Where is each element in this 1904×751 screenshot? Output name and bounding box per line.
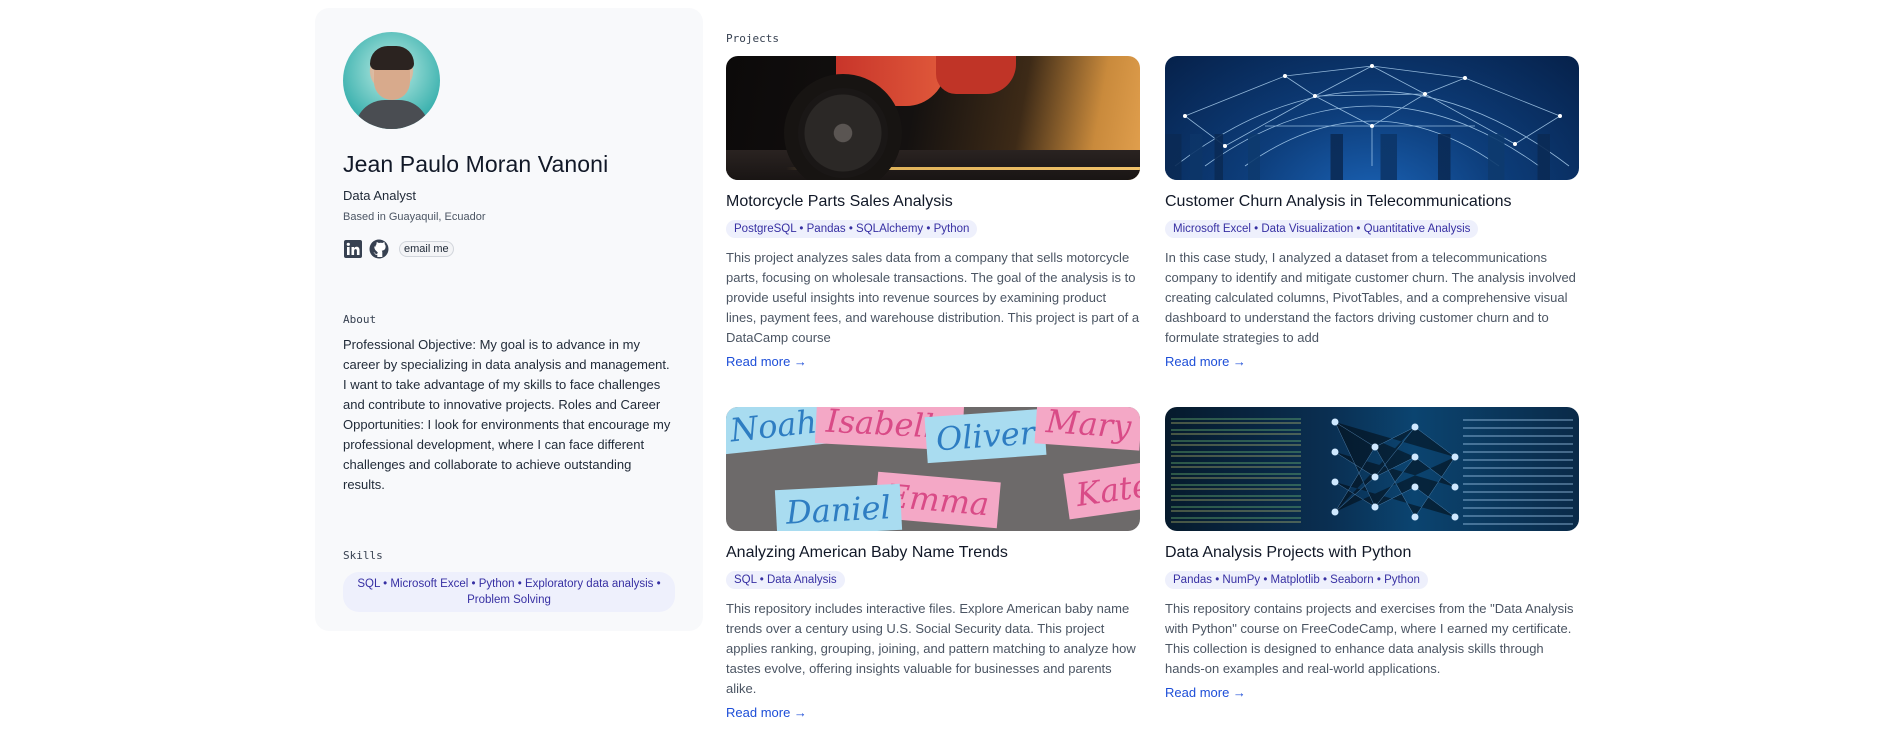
project-card: Customer Churn Analysis in Telecommunica… [1165,56,1579,371]
project-description: This repository includes interactive fil… [726,601,1136,696]
project-card: Noah Isabella Oliver Mary Emma Daniel Ka… [726,407,1140,722]
project-description: This project analyzes sales data from a … [726,250,1140,345]
about-text: Professional Objective: My goal is to ad… [343,337,671,492]
projects-heading: Projects [726,32,779,45]
read-more-link[interactable]: Read more → [1165,685,1246,700]
project-title[interactable]: Analyzing American Baby Name Trends [726,544,1140,562]
project-tags: PostgreSQL • Pandas • SQLAlchemy • Pytho… [726,220,978,238]
project-tags: Microsoft Excel • Data Visualization • Q… [1165,220,1479,238]
project-title[interactable]: Data Analysis Projects with Python [1165,544,1579,562]
profile-name: Jean Paulo Moran Vanoni [343,151,609,177]
avatar [343,32,440,129]
project-image-motorcycle[interactable] [726,56,1140,180]
project-description: In this case study, I analyzed a dataset… [1165,250,1576,345]
project-tags: Pandas • NumPy • Matplotlib • Seaborn • … [1165,571,1428,589]
project-image-neural-network[interactable] [1165,407,1579,531]
profile-sidebar: Jean Paulo Moran Vanoni Data Analyst Bas… [315,8,703,631]
project-card: Motorcycle Parts Sales Analysis PostgreS… [726,56,1140,371]
project-description: This repository contains projects and ex… [1165,601,1574,676]
project-image-sticky-notes[interactable]: Noah Isabella Oliver Mary Emma Daniel Ka… [726,407,1140,531]
project-tags: SQL • Data Analysis [726,571,845,589]
profile-role: Data Analyst [343,188,416,203]
project-card: Data Analysis Projects with Python Panda… [1165,407,1579,702]
skills-chip: SQL • Microsoft Excel • Python • Explora… [343,572,675,612]
read-more-link[interactable]: Read more → [1165,354,1246,369]
email-me-button[interactable]: email me [399,241,454,257]
about-heading: About [343,313,377,326]
skills-heading: Skills [343,549,383,562]
read-more-link[interactable]: Read more → [726,705,807,720]
project-title[interactable]: Customer Churn Analysis in Telecommunica… [1165,193,1579,211]
project-title[interactable]: Motorcycle Parts Sales Analysis [726,193,1140,211]
read-more-link[interactable]: Read more → [726,354,807,369]
profile-location: Based in Guayaquil, Ecuador [343,211,486,223]
project-image-network[interactable] [1165,56,1579,180]
linkedin-icon[interactable] [343,239,363,259]
github-icon[interactable] [369,239,389,259]
social-links: email me [343,239,675,259]
